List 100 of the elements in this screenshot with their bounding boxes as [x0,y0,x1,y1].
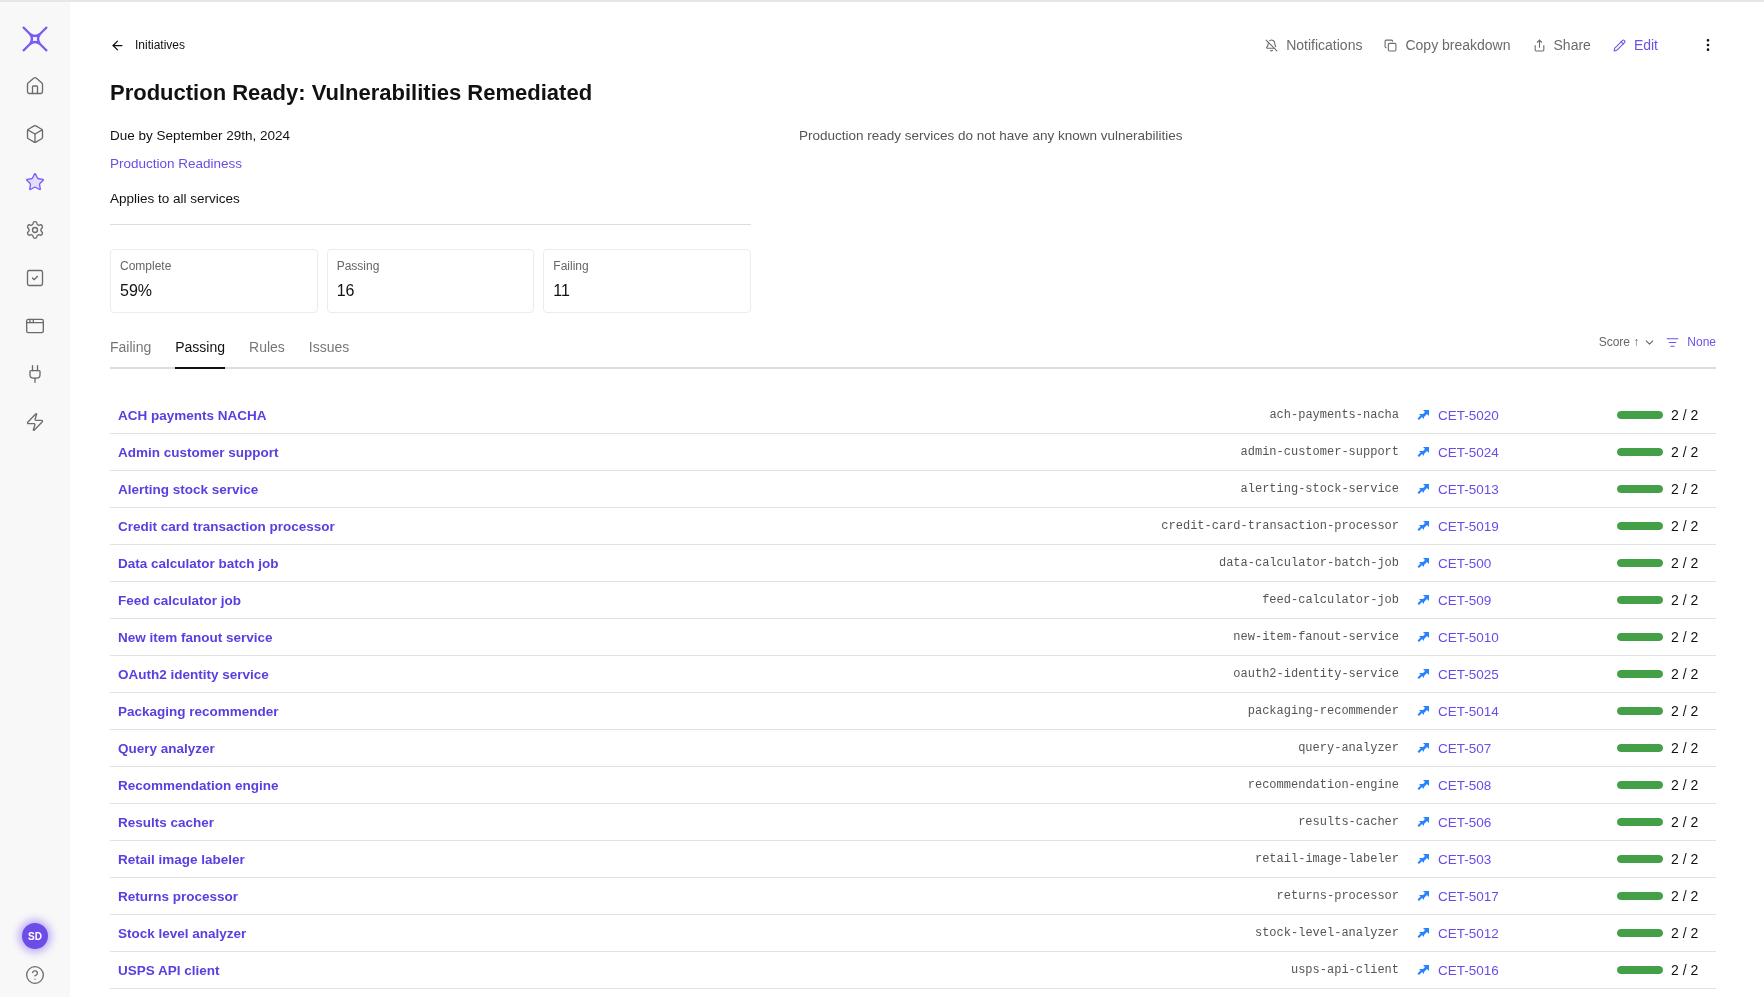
sort-dropdown[interactable]: Score ↑ [1598,335,1657,349]
jira-icon [1417,778,1430,792]
service-tag: retail-image-labeler [1254,852,1399,866]
service-link[interactable]: Data calculator batch job [118,555,1219,571]
jira-icon [1417,963,1430,977]
description-text: Production ready services do not have any known vulnerabilities [799,128,1183,145]
service-tag: new-item-fanout-service [1233,630,1399,644]
tab[interactable]: Failing [110,339,152,369]
copy-icon [1384,38,1398,52]
service-tag: alerting-stock-service [1240,482,1399,496]
service-tag: admin-customer-support [1240,445,1399,459]
service-link[interactable]: Credit card transaction processor [118,518,1162,534]
ticket-link[interactable]: CET-508 [1417,777,1617,793]
help-icon[interactable] [23,963,47,987]
service-link[interactable]: Packaging recommender [118,703,1248,719]
ticket-link[interactable]: CET-5016 [1417,962,1617,978]
service-tag: query-analyzer [1298,741,1399,755]
service-link[interactable]: New item fanout service [118,629,1234,645]
applies-to-text: Applies to all services [110,191,241,206]
ticket-link[interactable]: CET-5020 [1417,407,1617,423]
ticket-link[interactable]: CET-5010 [1417,629,1617,645]
service-link[interactable]: Retail image labeler [118,851,1255,867]
service-tag: packaging-recommender [1247,704,1399,718]
service-tag: usps-api-client [1290,963,1399,977]
score-text: 2 / 2 [1671,777,1700,793]
stat-value: 16 [336,282,356,300]
share-button[interactable]: Share [1532,37,1591,53]
tab[interactable]: Passing [175,339,226,369]
page-title: Production Ready: Vulnerabilities Remediated [110,80,594,106]
user-avatar[interactable]: SD [22,923,48,949]
ticket-link[interactable]: CET-506 [1417,814,1617,830]
jira-icon [1417,519,1430,533]
edit-button[interactable]: Edit [1612,37,1658,53]
score-text: 2 / 2 [1671,592,1700,608]
service-link[interactable]: Returns processor [118,888,1277,904]
ticket-link[interactable]: CET-5012 [1417,925,1617,941]
jira-icon [1417,593,1430,607]
stat-value: 59% [120,282,154,300]
service-tag: results-cacher [1298,815,1399,829]
ticket-link[interactable]: CET-5025 [1417,666,1617,682]
service-link[interactable]: OAuth2 identity service [118,666,1234,682]
service-link[interactable]: Alerting stock service [118,481,1241,497]
score-text: 2 / 2 [1671,888,1700,904]
jira-icon [1417,889,1430,903]
ticket-link[interactable]: CET-5013 [1417,481,1617,497]
service-link[interactable]: Recommendation engine [118,777,1248,793]
tab[interactable]: Issues [308,339,350,369]
service-tag: recommendation-engine [1247,778,1399,792]
ticket-link[interactable]: CET-5017 [1417,888,1617,904]
scorecard-link[interactable]: Production Readiness [110,156,751,171]
jira-icon [1417,445,1430,459]
service-tag: stock-level-analyzer [1254,926,1399,940]
ticket-link[interactable]: CET-503 [1417,851,1617,867]
jira-icon [1417,926,1430,940]
score-text: 2 / 2 [1671,481,1700,497]
due-date: Due by September 29th, 2024 [110,128,292,143]
service-tag: ach-payments-nacha [1269,408,1399,422]
ticket-link[interactable]: CET-5024 [1417,444,1617,460]
score-text: 2 / 2 [1671,518,1700,534]
service-tag: returns-processor [1276,889,1399,903]
filter-icon [1666,335,1680,349]
stat-label: Failing [553,259,590,273]
jira-icon [1417,556,1430,570]
score-text: 2 / 2 [1671,629,1700,645]
service-link[interactable]: Admin customer support [118,444,1241,460]
ticket-link[interactable]: CET-500 [1417,555,1617,571]
service-tag: data-calculator-batch-job [1218,556,1399,570]
ticket-link[interactable]: CET-509 [1417,592,1617,608]
notifications-button[interactable]: Notifications [1265,37,1363,53]
score-text: 2 / 2 [1671,740,1700,756]
score-text: 2 / 2 [1671,962,1700,978]
jira-icon [1417,704,1430,718]
stat-label: Complete [120,259,173,273]
logo-icon[interactable] [20,24,50,54]
service-link[interactable]: USPS API client [118,962,1291,978]
stat-value: 11 [553,282,571,300]
score-text: 2 / 2 [1671,925,1700,941]
ticket-link[interactable]: CET-507 [1417,740,1617,756]
service-link[interactable]: Results cacher [118,814,1299,830]
score-text: 2 / 2 [1671,666,1700,682]
service-tag: oauth2-identity-service [1233,667,1399,681]
back-link[interactable]: Initiatives [110,37,186,53]
service-link[interactable]: Query analyzer [118,740,1299,756]
service-link[interactable]: Feed calculator job [118,592,1263,608]
pencil-icon [1612,38,1626,52]
score-text: 2 / 2 [1671,814,1700,830]
score-text: 2 / 2 [1671,555,1700,571]
jira-icon [1417,815,1430,829]
ticket-link[interactable]: CET-5019 [1417,518,1617,534]
service-tag: credit-card-transaction-processor [1161,519,1399,533]
copy-button[interactable]: Copy breakdown [1384,37,1511,53]
service-link[interactable]: Stock level analyzer [118,925,1255,941]
score-text: 2 / 2 [1671,851,1700,867]
jira-icon [1417,741,1430,755]
tab[interactable]: Rules [249,339,285,369]
service-link[interactable]: ACH payments NACHA [118,407,1270,423]
jira-icon [1417,852,1430,866]
score-text: 2 / 2 [1671,407,1700,423]
ticket-link[interactable]: CET-5014 [1417,703,1617,719]
filter-button[interactable]: None [1666,335,1716,349]
